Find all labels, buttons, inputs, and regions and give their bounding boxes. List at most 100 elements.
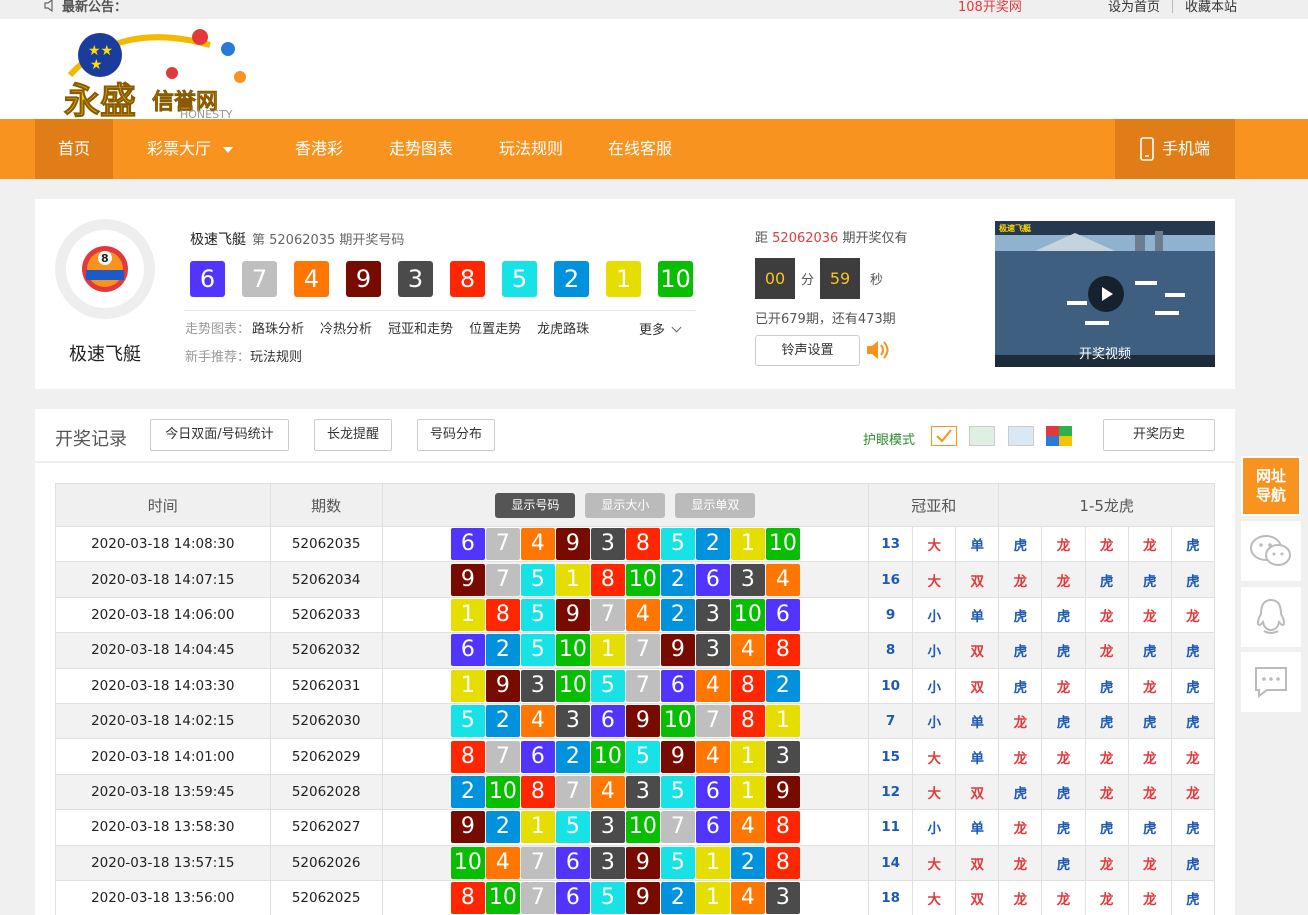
number-ball: 6 [450, 634, 485, 667]
today-stats-button[interactable]: 今日双面/号码统计 [150, 419, 289, 451]
number-ball: 1 [555, 563, 590, 596]
play-icon[interactable] [1088, 276, 1124, 312]
dragon-tiger: 虎 [1127, 632, 1172, 669]
nav-lottery-hall[interactable]: 彩票大厅 [147, 119, 234, 179]
nav-home[interactable]: 首页 [35, 119, 113, 179]
number-ball: 2 [450, 775, 485, 808]
dragon-tiger: 虎 [1041, 809, 1086, 846]
number-ball: 7 [660, 811, 695, 844]
site-nav-float[interactable]: 网址 导航 [1241, 456, 1301, 516]
dragon-tiger: 龙 [998, 702, 1043, 740]
number-ball: 4 [590, 775, 625, 808]
main-nav: 首页 彩票大厅 香港彩 走势图表 玩法规则 在线客服 手机端 [0, 119, 1308, 179]
show-number-button[interactable]: 显示号码 [495, 492, 576, 518]
sound-icon[interactable] [865, 338, 891, 362]
eye-mode-green[interactable] [969, 426, 995, 446]
svg-text:永盛: 永盛 [64, 81, 136, 119]
dragon-tiger: 虎 [1084, 809, 1129, 846]
draw-time: 2020-03-18 13:57:15 [55, 844, 271, 881]
game-title-text: 极速飞艇 [190, 232, 246, 248]
trend-link-position[interactable]: 位置走势 [469, 318, 521, 337]
game-name[interactable]: 极速飞艇 [55, 340, 155, 366]
balls-row: 8 10 7 6 5 9 2 1 4 3 [383, 882, 868, 915]
dragon-tiger: 龙 [1170, 596, 1216, 634]
trend-link-sum[interactable]: 冠亚和走势 [388, 318, 453, 337]
trend-link-hotcold[interactable]: 冷热分析 [320, 318, 372, 337]
nav-service[interactable]: 在线客服 [608, 119, 672, 179]
trend-link-roadbead[interactable]: 路珠分析 [252, 318, 304, 337]
draw-issue: 52062031 [269, 667, 383, 704]
check-icon [936, 429, 952, 443]
game-icon[interactable]: 8 [55, 219, 155, 319]
link-108[interactable]: 108开奖网 [958, 0, 1022, 15]
more-link[interactable]: 更多 [639, 319, 682, 338]
ring-settings-button[interactable]: 铃声设置 [755, 335, 860, 366]
set-home-link[interactable]: 设为首页 [1096, 0, 1172, 15]
number-ball: 1 [520, 811, 555, 844]
number-ball: 5 [555, 811, 590, 844]
draw-time: 2020-03-18 14:03:30 [55, 667, 271, 704]
sum-value: 9 [868, 596, 914, 634]
site-nav-line2: 导航 [1255, 486, 1286, 504]
dragon-tiger: 龙 [1084, 632, 1129, 669]
table-row: 2020-03-18 14:03:30 52062031 1 9 3 10 5 7 6 4 8 2 10… [55, 667, 1216, 704]
number-ball: 4 [730, 811, 765, 844]
draw-numbers: 2 10 8 7 4 3 5 6 1 9 [381, 773, 870, 811]
eye-mode-label: 护眼模式 [863, 433, 916, 448]
number-ball: 3 [695, 598, 730, 631]
newbie-rules-link[interactable]: 玩法规则 [250, 350, 302, 365]
nav-trend-chart[interactable]: 走势图表 [389, 119, 453, 179]
draw-numbers: 8 7 6 2 10 5 9 4 1 3 [381, 738, 870, 775]
number-ball: 6 [695, 563, 730, 596]
number-ball: 8 [450, 740, 485, 773]
number-ball: 9 [555, 528, 590, 561]
dragon-tiger: 虎 [1127, 809, 1172, 846]
message-float[interactable] [1241, 652, 1301, 712]
wechat-float[interactable] [1241, 521, 1301, 581]
number-ball: 10 [555, 669, 590, 702]
draw-issue: 52062032 [269, 632, 383, 669]
number-ball: 8 [590, 563, 625, 596]
site-logo[interactable]: ★★ ★ 永盛 信誉网 HONESTY [60, 25, 260, 119]
eye-mode-default[interactable] [931, 426, 957, 446]
table-row: 2020-03-18 14:08:30 52062035 6 7 4 9 3 8 5 2 1 10 13… [55, 525, 1216, 563]
dragon-tiger: 龙 [1084, 738, 1129, 775]
dragon-tiger: 虎 [1041, 844, 1086, 881]
draw-video[interactable]: 极速飞艇 开奖视频 [995, 221, 1215, 367]
number-ball: 2 [660, 882, 695, 915]
number-ball: 4 [695, 669, 730, 702]
number-ball: 2 [555, 740, 590, 773]
trend-link-dragontiger[interactable]: 龙虎路珠 [537, 318, 589, 337]
number-ball: 6 [520, 740, 555, 773]
number-ball: 10 [730, 598, 765, 631]
nav-hk-lottery[interactable]: 香港彩 [295, 119, 343, 179]
draw-numbers: 1 8 5 9 7 4 2 3 10 6 [381, 596, 870, 634]
dragon-tiger: 龙 [1041, 561, 1086, 598]
next-draw-info: 距 52062036 期开奖仅有 [755, 227, 907, 246]
number-ball: 2 [485, 705, 520, 738]
history-button[interactable]: 开奖历史 [1103, 419, 1215, 451]
nav-rules[interactable]: 玩法规则 [499, 119, 563, 179]
number-ball: 6 [695, 811, 730, 844]
dragon-tiger: 龙 [1084, 879, 1129, 915]
bookmark-link[interactable]: 收藏本站 [1173, 0, 1249, 15]
number-ball: 9 [660, 634, 695, 667]
number-ball: 5 [450, 705, 485, 738]
sum-oddeven: 单 [955, 702, 1000, 740]
eye-mode-blue[interactable] [1008, 426, 1034, 446]
number-ball: 4 [730, 882, 765, 915]
dragon-tiger: 虎 [1041, 702, 1086, 740]
long-dragon-button[interactable]: 长龙提醒 [314, 419, 392, 451]
balls-row: 2 10 8 7 4 3 5 6 1 9 [383, 775, 868, 808]
number-ball: 6 [555, 846, 590, 879]
dragon-tiger: 虎 [1127, 561, 1172, 598]
show-size-button[interactable]: 显示大小 [585, 492, 666, 518]
svg-text:HONESTY: HONESTY [180, 108, 233, 119]
number-distribution-button[interactable]: 号码分布 [417, 419, 495, 451]
number-ball: 7 [485, 563, 520, 596]
nav-mobile[interactable]: 手机端 [1115, 119, 1235, 179]
show-oddeven-button[interactable]: 显示单双 [675, 492, 756, 518]
qq-float[interactable] [1241, 587, 1301, 647]
number-ball: 5 [590, 882, 625, 915]
eye-mode-colorful[interactable] [1046, 426, 1072, 446]
